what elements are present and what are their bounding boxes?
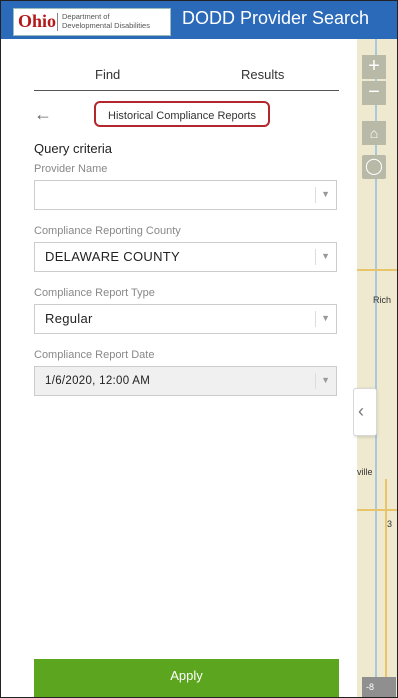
logo-separator	[57, 13, 58, 31]
select-divider	[315, 311, 316, 327]
report-type-label: Compliance Report Type	[34, 287, 155, 299]
chevron-down-icon: ▼	[321, 251, 330, 261]
chevron-down-icon: ▼	[321, 313, 330, 323]
logo-dept-line1: Department of	[62, 12, 110, 21]
county-select[interactable]: DELAWARE COUNTY ▼	[34, 242, 337, 272]
logo-dept-line2: Developmental Disabilities	[62, 21, 150, 30]
query-criteria-heading: Query criteria	[34, 141, 113, 156]
locate-icon: ◯	[365, 158, 383, 175]
home-button[interactable]: ⌂	[362, 121, 386, 145]
logo-ohio-text: Ohio	[18, 11, 57, 31]
app-title: DODD Provider Search	[182, 8, 370, 28]
select-divider	[315, 249, 316, 265]
logo-department-text: Department of Developmental Disabilities	[62, 12, 150, 30]
report-date-label: Compliance Report Date	[34, 349, 155, 361]
select-divider	[315, 187, 316, 203]
apply-button[interactable]: Apply	[34, 659, 339, 697]
historical-compliance-reports-button[interactable]: Historical Compliance Reports	[94, 101, 270, 127]
map-label: 3	[387, 519, 393, 529]
map-road	[357, 509, 397, 511]
chevron-down-icon: ▼	[321, 189, 330, 199]
map-road	[385, 479, 387, 697]
county-label: Compliance Reporting County	[34, 225, 181, 237]
report-date-select[interactable]: 1/6/2020, 12:00 AM ▼	[34, 366, 337, 396]
collapse-panel-button[interactable]: ‹	[353, 388, 377, 436]
search-panel: Find Results ← Historical Compliance Rep…	[1, 39, 353, 697]
app-header: Ohio Department of Developmental Disabil…	[1, 1, 397, 39]
home-icon: ⌂	[369, 125, 379, 141]
provider-name-select[interactable]: ▼	[34, 180, 337, 210]
tab-results[interactable]: Results	[241, 67, 284, 82]
report-date-value: 1/6/2020, 12:00 AM	[45, 375, 151, 387]
locate-button[interactable]: ◯	[362, 155, 386, 179]
map-label: Rich	[373, 295, 392, 305]
county-value: DELAWARE COUNTY	[45, 249, 180, 264]
map-scale: -8	[362, 677, 396, 697]
tab-divider	[34, 90, 339, 91]
map-view[interactable]: + − ⌂ ◯ Rich ville 3	[357, 39, 397, 697]
report-type-select[interactable]: Regular ▼	[34, 304, 337, 334]
zoom-out-button[interactable]: −	[362, 81, 386, 105]
chevron-down-icon: ▼	[321, 375, 330, 385]
select-divider	[315, 373, 316, 389]
map-label: ville	[357, 467, 373, 477]
tab-find[interactable]: Find	[95, 67, 120, 82]
app-frame: Ohio Department of Developmental Disabil…	[0, 0, 398, 698]
chevron-left-icon: ‹	[358, 401, 364, 421]
back-arrow-icon: ←	[34, 104, 52, 124]
report-type-value: Regular	[45, 311, 93, 326]
back-button[interactable]: ←	[34, 104, 52, 125]
provider-name-label: Provider Name	[34, 163, 108, 175]
ohio-dodd-logo: Ohio Department of Developmental Disabil…	[13, 8, 171, 36]
map-road	[357, 269, 397, 271]
zoom-in-button[interactable]: +	[362, 55, 386, 79]
